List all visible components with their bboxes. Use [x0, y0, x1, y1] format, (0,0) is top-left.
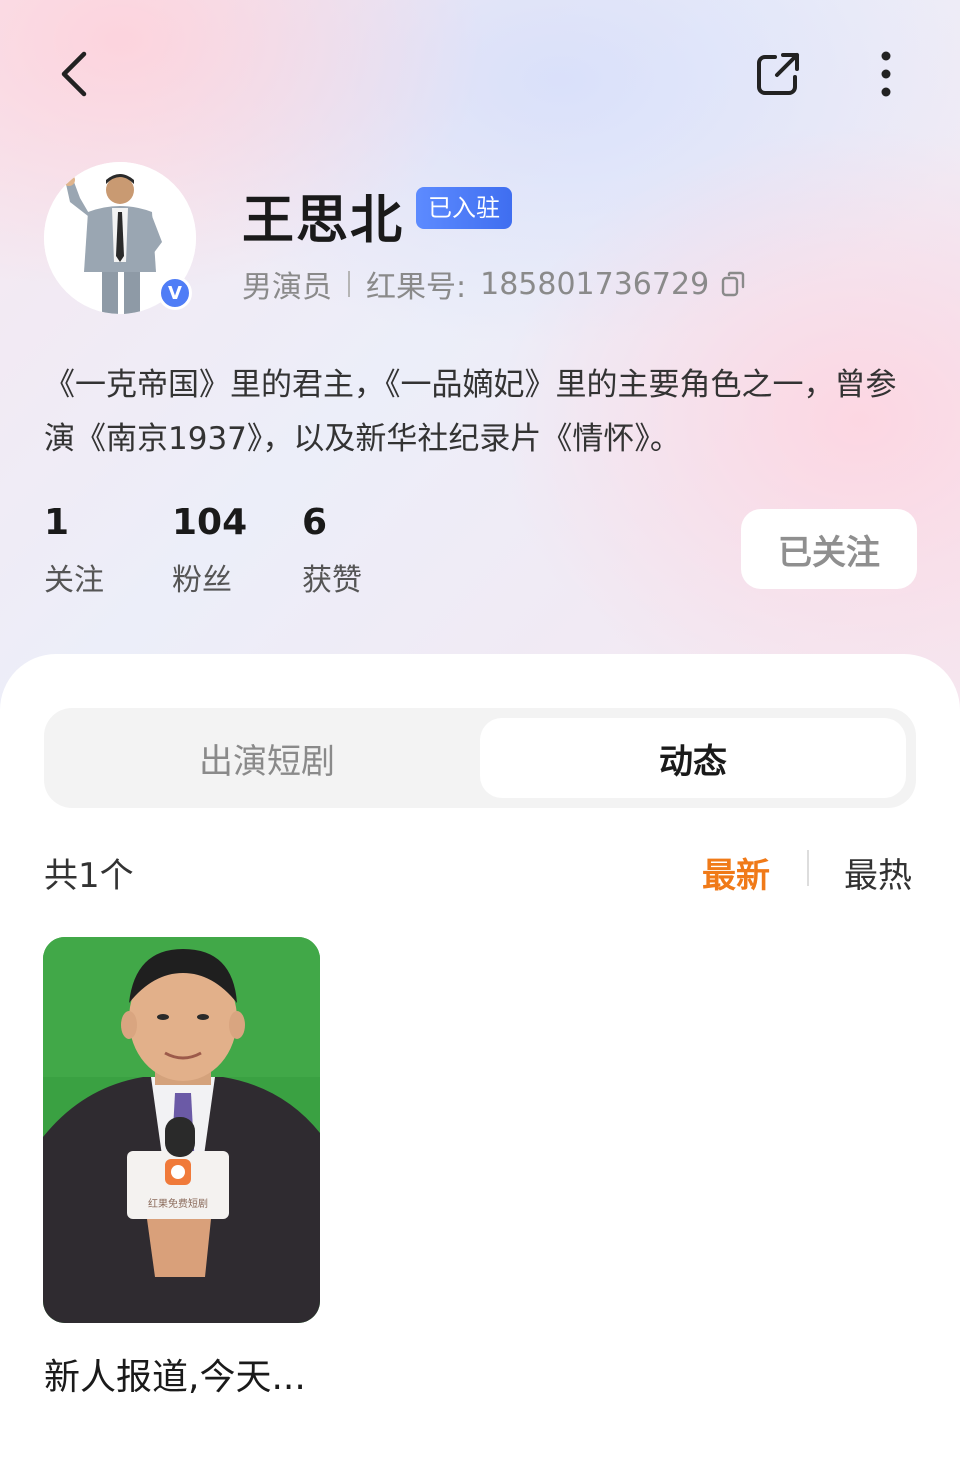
stat-label: 粉丝: [172, 563, 232, 598]
stat-following[interactable]: 1 关注: [44, 502, 104, 599]
profile-bio: 《一克帝国》里的君主，《一品嫡妃》里的主要角色之一，曾参演《南京1937》，以及…: [44, 367, 897, 457]
more-vertical-icon: [881, 51, 891, 97]
following-button[interactable]: 已关注: [741, 509, 917, 589]
stat-fans[interactable]: 104 粉丝: [172, 502, 247, 599]
sort-latest-button[interactable]: 最新: [702, 848, 770, 897]
mic-logo-text: 红果免费短剧: [148, 1199, 208, 1210]
meta-divider: [348, 271, 350, 297]
stat-value: 104: [172, 502, 248, 543]
stat-likes[interactable]: 6 获赞: [302, 502, 362, 599]
chevron-left-icon: [61, 51, 87, 97]
feed-item-thumbnail[interactable]: 红果免费短剧: [43, 937, 320, 1323]
tab-short-dramas[interactable]: 出演短剧: [54, 718, 480, 798]
stat-value: 6: [302, 502, 328, 543]
profile-id-label: 红果号:: [366, 270, 467, 305]
verified-badge-icon: V: [158, 276, 192, 310]
stat-label: 关注: [44, 563, 104, 598]
tab-posts[interactable]: 动态: [480, 718, 906, 798]
profile-role: 男演员: [242, 270, 332, 305]
more-button[interactable]: [864, 44, 908, 104]
post-photo: [43, 937, 320, 1323]
profile-id-value: 185801736729: [480, 266, 710, 302]
profile-name: 王思北: [242, 191, 405, 251]
tab-switcher: 出演短剧 动态: [44, 708, 916, 808]
copy-id-button[interactable]: [721, 271, 745, 297]
share-external-icon: [757, 53, 799, 95]
stat-value: 1: [44, 502, 70, 543]
share-button[interactable]: [748, 44, 808, 104]
feed-item-caption[interactable]: 新人报道,今天...: [44, 1348, 306, 1400]
feed-count: 共1个: [44, 856, 134, 896]
stat-label: 获赞: [302, 563, 362, 598]
settled-badge: 已入驻: [416, 187, 512, 229]
sort-hot-button[interactable]: 最热: [844, 848, 912, 897]
sort-divider: [807, 850, 809, 886]
back-button[interactable]: [44, 44, 104, 104]
profile-meta: 男演员 红果号: 185801736729: [242, 262, 745, 306]
copy-icon: [721, 271, 745, 297]
